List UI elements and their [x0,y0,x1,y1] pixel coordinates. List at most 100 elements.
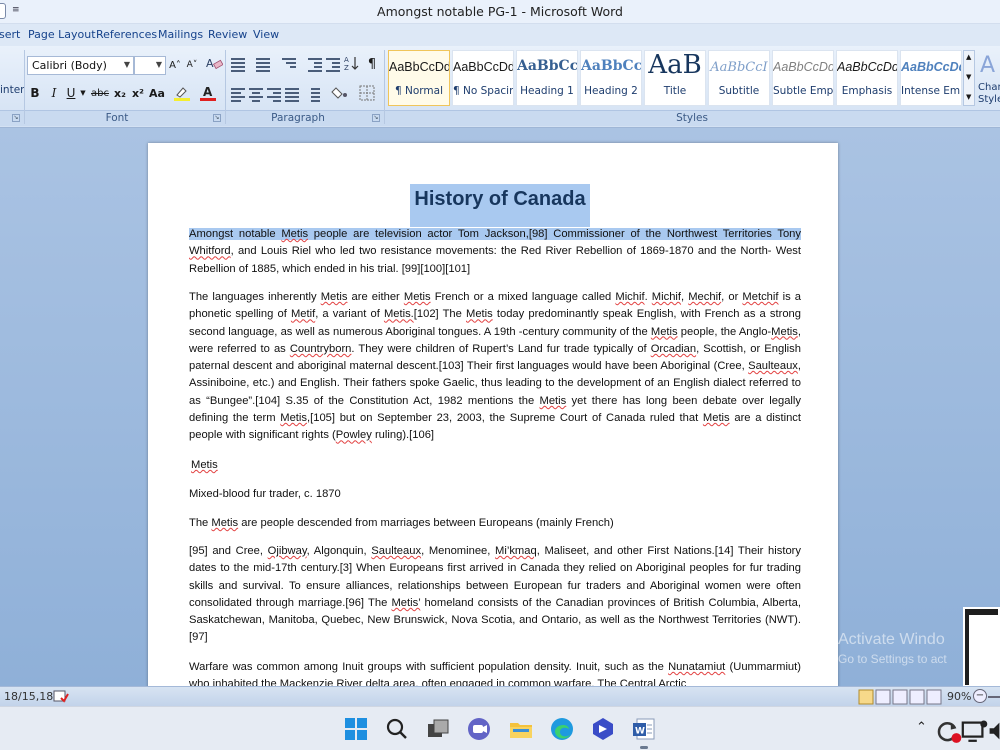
paragraph-6[interactable]: [95] and Cree, Ojibway, Algonquin, Sault… [189,543,801,647]
misspelled-word: Metis [281,228,309,240]
style-subtitle[interactable]: AaBbCcI Subtitle [708,50,770,106]
align-left-icon[interactable] [229,86,247,102]
sort-button[interactable]: AZ [344,55,360,74]
text-run: , or [721,291,743,303]
bold-button[interactable]: B [28,84,42,103]
line-spacing-icon[interactable] [304,86,322,102]
tab-references[interactable]: References [96,28,157,41]
file-explorer-button[interactable] [507,715,535,743]
paragraph-5[interactable]: The Metis are people descended from marr… [189,515,801,532]
tab-mailings[interactable]: Mailings [158,28,203,41]
style-heading-2[interactable]: AaBbCc Heading 2 [580,50,642,106]
chevron-down-icon[interactable]: ▼ [966,73,971,81]
strikethrough-button[interactable]: abc [90,84,110,103]
highlight-button[interactable] [172,84,192,103]
paragraph-2[interactable]: The languages inherently Metis are eithe… [189,289,801,445]
style-intense-emphasis[interactable]: AaBbCcDd Intense Em... [900,50,962,106]
superscript-button[interactable]: x² [130,84,146,103]
align-right-icon[interactable] [265,86,283,102]
window-title: Amongst notable PG-1 - Microsoft Word [377,4,623,19]
decrease-indent-icon[interactable] [306,56,324,72]
teams-chat-button[interactable] [465,715,493,743]
font-name-combo[interactable]: Calibri (Body) ▼ [27,56,134,75]
thumbnail-page [969,615,999,685]
font-size-combo[interactable]: ▼ [134,56,166,75]
shading-button[interactable] [330,84,350,103]
multilevel-list-icon[interactable] [280,56,298,72]
misspelled-word: Metis [280,412,307,425]
shrink-font-button[interactable]: A˅ [185,56,199,75]
clear-formatting-button[interactable]: A [204,55,224,74]
word-taskbar-button[interactable]: W [630,715,658,743]
volume-button[interactable] [984,717,1000,740]
styles-gallery-scrollbar[interactable]: ▲ ▼ ▼ [963,50,975,106]
style-name: Subtitle [718,85,760,97]
style-name: Title [663,85,687,97]
chevron-up-icon[interactable]: ▲ [966,53,971,61]
clipboard-launcher-icon[interactable]: ↘ [12,114,20,122]
style-no-spacing[interactable]: AaBbCcDd ¶ No Spacing [452,50,514,106]
justify-icon[interactable] [283,86,301,102]
update-button[interactable] [934,717,962,743]
zoom-slider[interactable] [988,696,1000,698]
align-center-icon[interactable] [247,86,265,102]
network-button[interactable] [960,717,988,742]
more-styles-icon[interactable]: ▼ [966,93,971,101]
style-emphasis[interactable]: AaBbCcDd Emphasis [836,50,898,106]
style-name: Emphasis [841,85,893,97]
paragraph-7[interactable]: Warfare was common among Inuit groups wi… [189,659,801,686]
zoom-out-button[interactable]: − [973,689,987,703]
paragraph-3[interactable]: Metis [191,457,803,474]
font-color-button[interactable]: A [198,84,218,103]
misspelled-word: Metis’ [391,596,421,609]
zoom-level[interactable]: 90% [947,690,971,703]
style-heading-1[interactable]: AaBbCc Heading 1 [516,50,578,106]
paragraph-4[interactable]: Mixed-blood fur trader, c. 1870 [189,486,801,503]
subscript-button[interactable]: x₂ [112,84,128,103]
document-area[interactable]: History of Canada Amongst notable Metis … [0,128,1000,686]
italic-button[interactable]: I [47,84,61,103]
paragraph-launcher-icon[interactable]: ↘ [372,114,380,122]
change-case-button[interactable]: Aa [148,84,166,103]
bullets-icon[interactable] [229,56,247,72]
underline-dropdown-icon[interactable]: ▼ [79,84,87,103]
text-run: are either [347,291,404,303]
start-button[interactable] [342,715,370,743]
paragraph-1[interactable]: Amongst notable Metis people are televis… [189,226,801,278]
numbering-icon[interactable] [254,56,272,72]
style-title[interactable]: AaB Title [644,50,706,106]
speaker-icon [989,722,1000,740]
tab-view[interactable]: View [253,28,279,41]
font-launcher-icon[interactable]: ↘ [213,114,221,122]
show-marks-button[interactable]: ¶ [364,55,380,74]
search-button[interactable] [383,715,411,743]
text-run: . [644,291,652,303]
grow-font-button[interactable]: A˄ [168,56,182,75]
document-heading[interactable]: History of Canada [410,184,590,227]
proofing-icon[interactable] [53,689,69,704]
word-count[interactable]: 18/15,180 [4,690,60,703]
text-run: French or a mixed language called [430,291,616,303]
misspelled-word: Metis [702,412,730,425]
task-view-button[interactable] [424,715,452,743]
edge-button[interactable] [548,715,576,743]
increase-indent-icon[interactable] [324,56,342,72]
tab-review[interactable]: Review [208,28,247,41]
view-buttons[interactable] [858,689,944,705]
style-normal[interactable]: AaBbCcDd ¶ Normal [388,50,450,106]
search-icon [386,718,407,739]
tab-insert[interactable]: sert [0,28,20,41]
app-button[interactable] [589,715,617,743]
document-page[interactable]: History of Canada Amongst notable Metis … [148,143,838,686]
svg-text:W: W [635,727,645,737]
underline-button[interactable]: U [64,84,78,103]
borders-button[interactable] [356,84,378,103]
style-subtle-emphasis[interactable]: AaBbCcDd Subtle Emp... [772,50,834,106]
tab-page-layout[interactable]: Page Layout [28,28,96,41]
change-styles-button[interactable]: A Chan Style [978,50,1000,108]
chevron-up-icon[interactable]: ⌃ [916,720,927,735]
format-painter-label[interactable]: inter [0,84,24,96]
separator [24,50,25,124]
window-thumbnail[interactable] [963,607,1000,687]
text-run: , a variant of [315,308,384,321]
